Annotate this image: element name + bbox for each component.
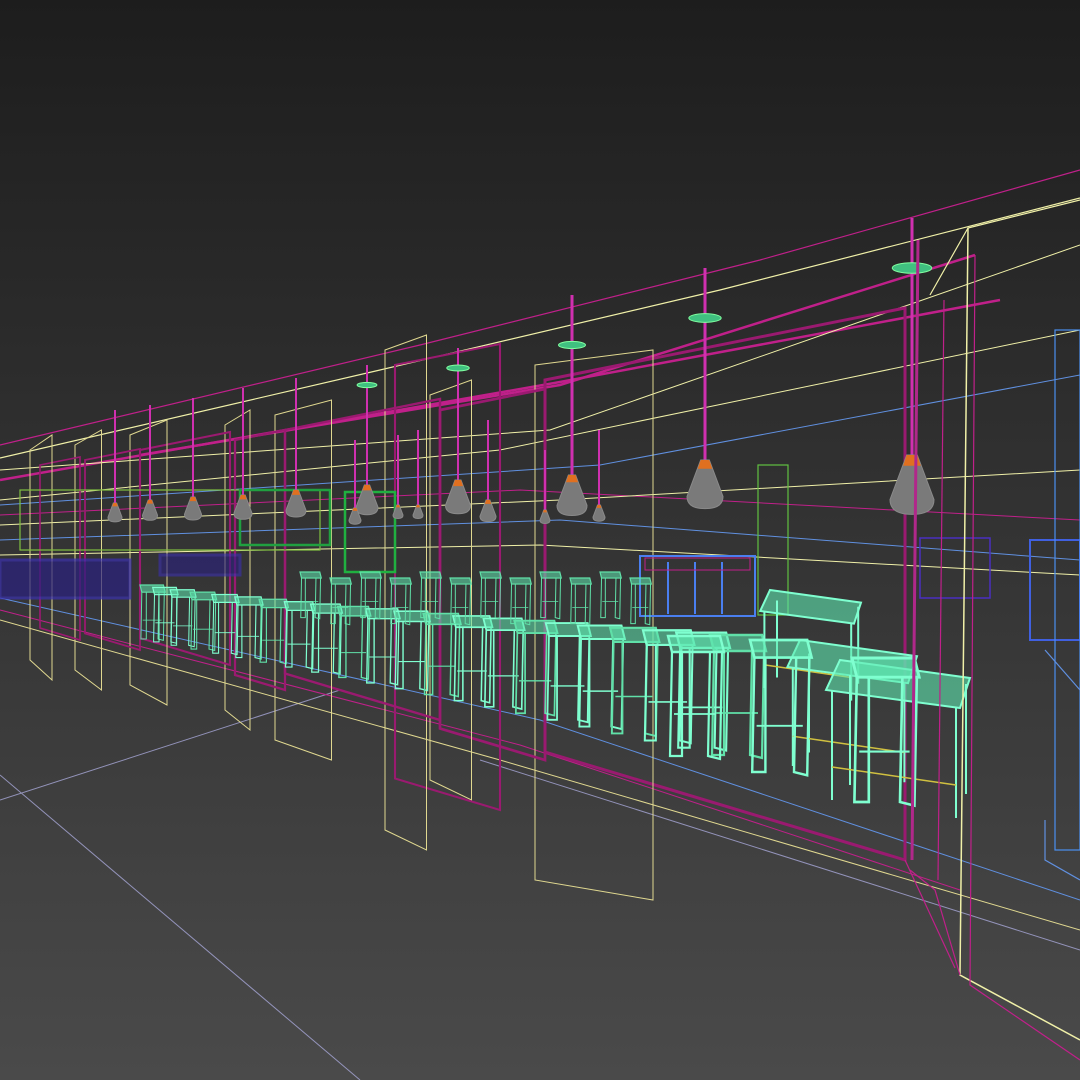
viewport-background: [0, 0, 1080, 1080]
3d-viewport[interactable]: [0, 0, 1080, 1080]
wireframe-scene: [0, 0, 1080, 1080]
